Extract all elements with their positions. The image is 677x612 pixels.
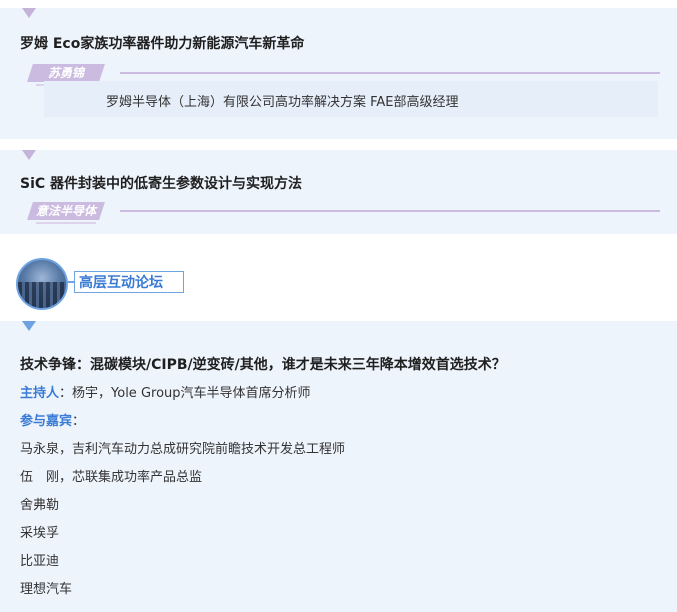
forum-header: 高层互动论坛 <box>16 253 216 310</box>
host-separator: ： <box>59 386 73 401</box>
triangle-marker-icon <box>22 150 36 160</box>
guests-label: 参与嘉宾 <box>20 414 73 429</box>
session-title: 罗姆 Eco家族功率器件助力新能源汽车新革命 <box>20 36 305 52</box>
affiliation-box: 罗姆半导体（上海）有限公司高功率解决方案 FAE部高级经理 <box>44 81 658 117</box>
host-line: 主持人：杨宇，Yole Group汽车半导体首席分析师 <box>20 382 311 401</box>
guest-item: 理想汽车 <box>20 582 73 597</box>
forum-card: 技术争锋：混碳模块/CIPB/逆变砖/其他，谁才是未来三年降本增效首选技术？ 主… <box>0 321 677 612</box>
speaker-name: 苏勇锦 <box>47 66 84 80</box>
host-name: 杨宇，Yole Group汽车半导体首席分析师 <box>72 386 311 401</box>
guest-item: 比亚迪 <box>20 554 60 569</box>
divider-line <box>120 210 660 212</box>
forum-label: 高层互动论坛 <box>74 271 184 293</box>
crowd-photo <box>18 281 66 308</box>
session-card-2: SiC 器件封装中的低寄生参数设计与实现方法 意法半导体 <box>0 150 677 234</box>
triangle-marker-icon <box>22 8 36 18</box>
guest-item: 采埃孚 <box>20 526 60 541</box>
forum-topic: 技术争锋：混碳模块/CIPB/逆变砖/其他，谁才是未来三年降本增效首选技术？ <box>20 357 506 373</box>
guests-separator: ： <box>72 414 86 429</box>
guest-item: 马永泉，吉利汽车动力总成研究院前瞻技术开发总工程师 <box>20 442 346 457</box>
divider-line <box>120 72 660 74</box>
triangle-marker-icon <box>22 321 36 331</box>
forum-avatar-image <box>16 258 68 310</box>
guest-item: 伍 刚，芯联集成功率产品总监 <box>20 470 203 485</box>
speaker-affiliation: 罗姆半导体（上海）有限公司高功率解决方案 FAE部高级经理 <box>106 95 459 110</box>
speaker-row: 意法半导体 <box>27 202 660 226</box>
guests-heading: 参与嘉宾： <box>20 410 85 429</box>
speaker-name: 意法半导体 <box>35 204 96 218</box>
badge-underline <box>36 222 96 224</box>
session-card-1: 罗姆 Eco家族功率器件助力新能源汽车新革命 苏勇锦 罗姆半导体（上海）有限公司… <box>0 8 677 139</box>
session-title: SiC 器件封装中的低寄生参数设计与实现方法 <box>20 176 303 192</box>
host-label: 主持人 <box>20 386 60 401</box>
guest-item: 舍弗勒 <box>20 498 60 513</box>
